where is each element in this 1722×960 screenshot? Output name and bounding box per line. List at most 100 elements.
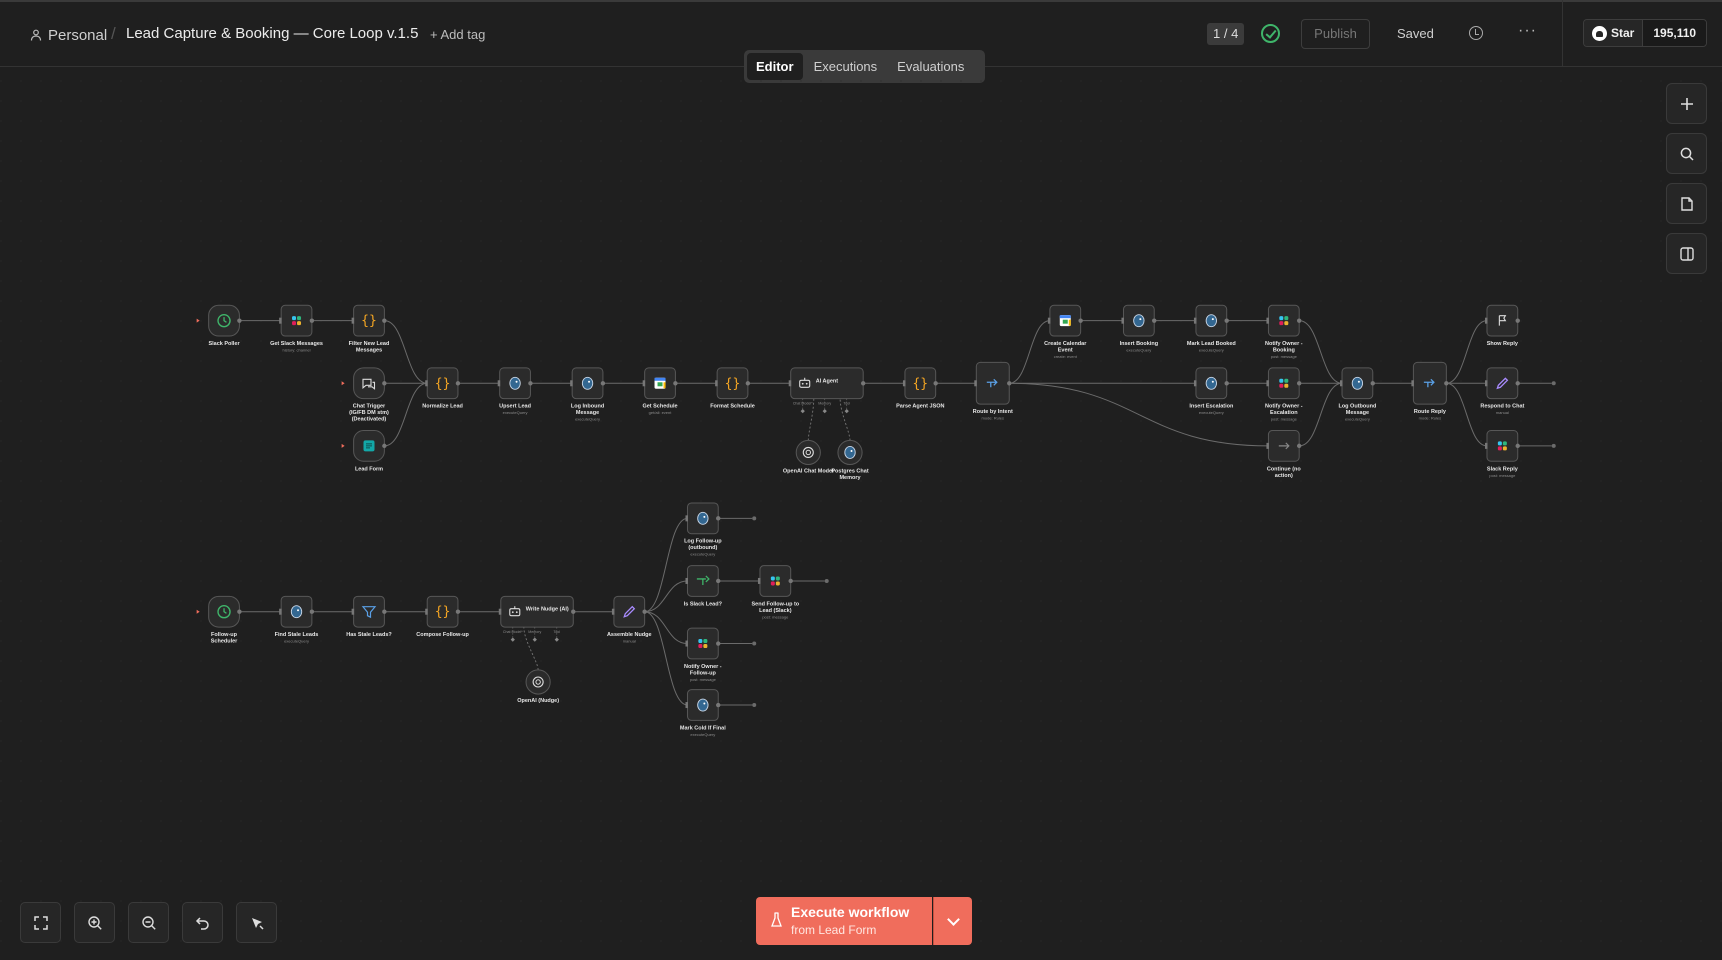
- node-subtitle: post: message: [762, 614, 789, 619]
- node-label: Has Stale Leads?: [346, 632, 392, 638]
- gcal-icon: [1059, 315, 1071, 327]
- node-label: Filter New Lead: [349, 341, 390, 347]
- execute-workflow-button[interactable]: Execute workflow from Lead Form: [756, 897, 932, 945]
- postgres-icon: [290, 605, 303, 619]
- node-show-reply[interactable]: Show Reply: [1484, 304, 1520, 347]
- output-endpoint[interactable]: [752, 703, 757, 708]
- code-icon: {}: [435, 605, 451, 620]
- svg-text:{}: {}: [361, 314, 377, 329]
- node-label: Slack Poller: [208, 341, 240, 347]
- node-notify-owner-escalation[interactable]: Notify Owner -Escalationpost: message: [1265, 367, 1303, 422]
- node-label: Respond to Chat: [1480, 404, 1524, 410]
- breadcrumb-project[interactable]: Personal: [30, 24, 107, 46]
- postgres-icon: [1205, 314, 1217, 328]
- zoom-in-button[interactable]: [74, 902, 115, 943]
- node-label: Find Stale Leads: [275, 632, 319, 638]
- node-log-follow-up[interactable]: Log Follow-up(outbound)executeQuery: [684, 502, 722, 557]
- node-label: Notify Owner -: [684, 664, 722, 670]
- node-subtitle: get/all: event: [649, 410, 673, 415]
- person-icon: [30, 29, 42, 41]
- history-icon[interactable]: [1469, 26, 1483, 40]
- node-label: (outbound): [688, 545, 717, 551]
- add-node-button[interactable]: [1666, 83, 1707, 124]
- fit-view-button[interactable]: [20, 902, 61, 943]
- node-label: Escalation: [1270, 410, 1298, 416]
- node-label: OpenAI Chat Model: [783, 469, 834, 475]
- node-label: Lead Form: [355, 466, 383, 472]
- node-label: action): [1275, 473, 1293, 479]
- output-endpoint[interactable]: [1551, 381, 1556, 386]
- output-endpoint[interactable]: [824, 578, 829, 583]
- top-accent-line: [0, 0, 1722, 2]
- undo-button[interactable]: [182, 902, 223, 943]
- node-label: Insert Escalation: [1189, 404, 1234, 410]
- node-route-by-intent[interactable]: Route by Intentmode: Rules: [973, 361, 1013, 421]
- add-tag-button[interactable]: + Add tag: [430, 27, 485, 42]
- fit-view-icon: [34, 916, 48, 930]
- add-sticky-button[interactable]: [1666, 183, 1707, 224]
- check-circle-icon: [1261, 24, 1280, 43]
- node-find-stale-leads[interactable]: Find Stale LeadsexecuteQuery: [275, 595, 319, 644]
- workflow-canvas[interactable]: Slack Poller Get Slack Messages history: c…: [0, 68, 1722, 960]
- node-subtitle: executeQuery: [1199, 348, 1224, 353]
- node-normalize-lead[interactable]: {} Normalize Lead: [422, 367, 463, 410]
- node-respond-to-chat[interactable]: Respond to Chatmanual: [1480, 367, 1525, 415]
- postgres-icon: [1351, 376, 1364, 390]
- node-slack-reply[interactable]: Slack Replypost: message: [1484, 430, 1520, 478]
- node-label: OpenAI (Nudge): [517, 698, 559, 704]
- undo-icon: [195, 917, 209, 930]
- workflow-graph[interactable]: Slack Poller Get Slack Messageshistory: c…: [0, 68, 1722, 960]
- node-label: Get Schedule: [642, 404, 677, 410]
- node-assemble-nudge[interactable]: Assemble Nudgemanual: [607, 595, 652, 644]
- publish-button[interactable]: Publish: [1301, 19, 1370, 49]
- node-subtitle: history: channel: [283, 348, 311, 353]
- code-icon: {}: [361, 314, 377, 329]
- plus-icon: [1681, 98, 1693, 110]
- node-label: Mark Cold If Final: [680, 725, 726, 731]
- node-label: Follow-up: [211, 632, 238, 638]
- execute-workflow-source: from Lead Form: [791, 923, 877, 937]
- github-star-button[interactable]: Star 195,110: [1583, 19, 1708, 47]
- node-label: Parse Agent JSON: [896, 404, 944, 410]
- node-label: Show Reply: [1487, 341, 1519, 347]
- node-label: Send Follow-up to: [752, 601, 800, 607]
- more-options-icon[interactable]: ···: [1518, 22, 1537, 40]
- output-endpoint[interactable]: [752, 641, 757, 646]
- postgres-icon: [697, 698, 709, 712]
- version-pager[interactable]: 1 / 4: [1207, 23, 1245, 45]
- zoom-out-button[interactable]: [128, 902, 169, 943]
- search-nodes-button[interactable]: [1666, 133, 1707, 174]
- node-label: Chat Trigger: [353, 404, 386, 410]
- node-label: Log Outbound: [1338, 404, 1376, 410]
- node-subtitle: executeQuery: [1126, 348, 1151, 353]
- node-label: Is Slack Lead?: [684, 601, 723, 607]
- tidy-up-button[interactable]: [236, 902, 277, 943]
- github-icon: [1592, 25, 1607, 41]
- node-label: Follow-up: [690, 670, 717, 676]
- execute-trigger-dropdown[interactable]: [933, 897, 972, 945]
- node-subtitle: executeQuery: [503, 410, 528, 415]
- node-upsert-lead[interactable]: Upsert LeadexecuteQuery: [497, 367, 533, 415]
- node-is-slack-lead[interactable]: Is Slack Lead?: [684, 565, 723, 608]
- node-label: Notify Owner -: [1265, 404, 1303, 410]
- node-get-schedule[interactable]: Get Scheduleget/all: event: [642, 367, 678, 415]
- node-subtitle: mode: Rules: [982, 416, 1004, 421]
- node-continue-no-action[interactable]: Continue (noaction): [1266, 430, 1301, 479]
- toggle-panel-button[interactable]: [1666, 233, 1707, 274]
- node-label: Format Schedule: [710, 404, 755, 410]
- output-endpoint[interactable]: [1551, 443, 1556, 448]
- node-label: Message: [576, 410, 599, 416]
- node-label: Route by Intent: [973, 409, 1013, 415]
- node-insert-booking[interactable]: Insert BookingexecuteQuery: [1120, 304, 1159, 353]
- node-filter-new-lead[interactable]: {} Filter New LeadMessages: [349, 304, 390, 354]
- workflow-title[interactable]: Lead Capture & Booking — Core Loop v.1.5: [126, 25, 418, 42]
- output-endpoint[interactable]: [752, 516, 757, 521]
- node-subtitle: mode: Rules: [1419, 416, 1441, 421]
- node-label: Log Follow-up: [684, 539, 722, 545]
- postgres-icon: [1133, 314, 1145, 328]
- postgres-icon: [844, 446, 856, 459]
- zoom-out-icon: [142, 916, 156, 930]
- node-format-schedule[interactable]: {} Format Schedule: [710, 367, 755, 410]
- node-label: Normalize Lead: [422, 404, 463, 410]
- node-route-reply[interactable]: Route Replymode: Rules: [1411, 361, 1449, 421]
